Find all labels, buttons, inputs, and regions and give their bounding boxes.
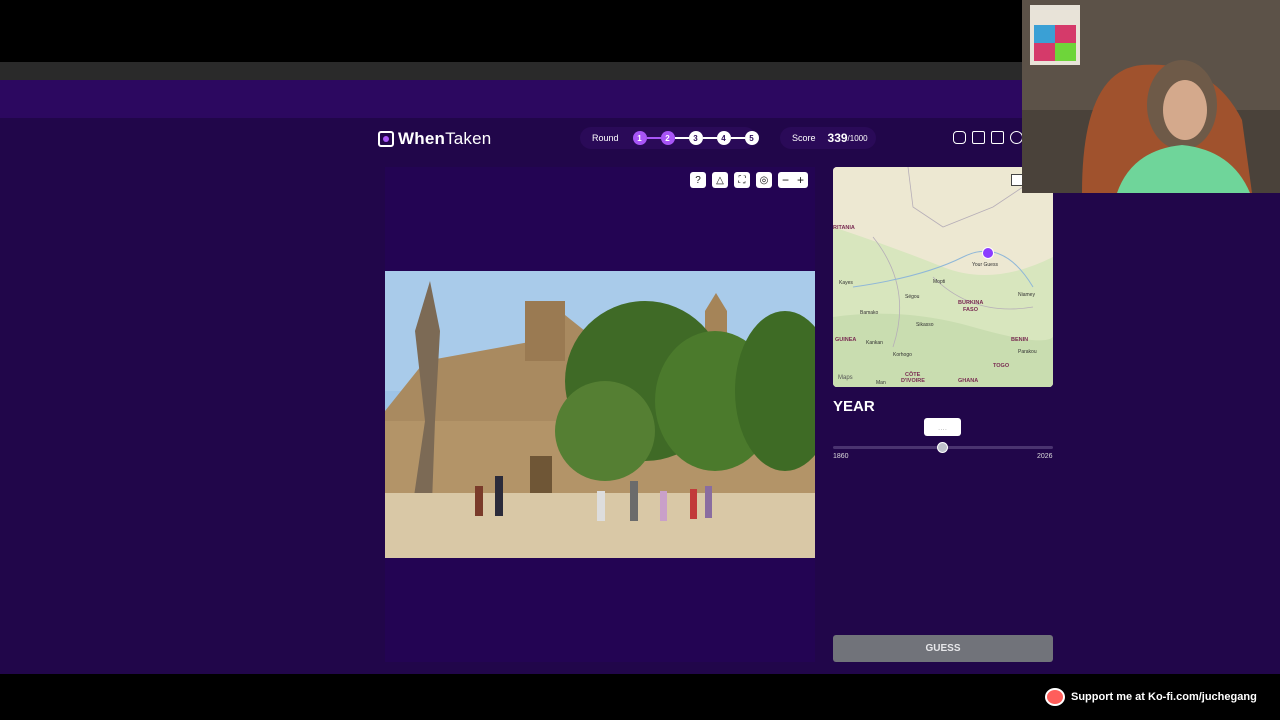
header-band — [0, 80, 1022, 118]
guess-button[interactable]: GUESS — [833, 635, 1053, 662]
focus-icon[interactable]: ◎ — [756, 172, 772, 188]
map-label: Niamey — [1018, 292, 1035, 298]
app-title: WhenTaken — [398, 129, 492, 148]
score-value: 339 — [827, 131, 848, 145]
map-label: Man — [876, 380, 886, 386]
year-value-bubble: .... — [924, 418, 961, 436]
map-label: BENIN — [1011, 337, 1029, 343]
guess-map[interactable]: RITANIA Mopti Kayes BURKINA FASO Niamey … — [833, 167, 1053, 387]
warning-icon[interactable]: △ — [712, 172, 728, 188]
fullscreen-icon[interactable]: ⛶ — [734, 172, 750, 188]
gamepad-icon[interactable] — [953, 131, 966, 144]
maps-credit: Maps — [838, 375, 853, 381]
map-label: Kayes — [839, 280, 853, 286]
round-connector — [730, 137, 745, 139]
year-slider-thumb[interactable] — [937, 442, 948, 453]
round-progress: Round 1 2 3 4 5 — [580, 127, 759, 149]
zoom-in-button[interactable]: + — [793, 172, 808, 188]
header-toolbar — [953, 131, 1023, 144]
map-pin-label: Your Guess — [972, 262, 998, 268]
map-label: Korhogo — [893, 352, 912, 358]
score-label: Score — [792, 133, 816, 143]
browser-strip — [0, 62, 1022, 81]
map-label: Bamako — [860, 310, 879, 316]
map-label: Kankan — [866, 340, 883, 346]
guess-pin-icon[interactable] — [982, 247, 994, 259]
photo-illustration — [385, 271, 815, 558]
map-label: Sikasso — [916, 322, 934, 328]
map-label: Parakou — [1018, 349, 1037, 355]
logo-icon — [378, 131, 394, 147]
round-connector — [646, 137, 661, 139]
kofi-cup-icon — [1045, 688, 1065, 706]
map-label: TOGO — [993, 363, 1010, 369]
stats-icon[interactable] — [991, 131, 1004, 144]
round-step-2: 2 — [660, 131, 675, 145]
webcam-feed — [1022, 0, 1280, 193]
score-total: /1000 — [847, 133, 868, 143]
round-label: Round — [592, 133, 619, 143]
map-label: RITANIA — [833, 225, 855, 231]
zoom-out-button[interactable]: − — [778, 172, 793, 188]
round-step-4: 4 — [716, 131, 731, 145]
app-logo[interactable]: WhenTaken — [378, 128, 491, 150]
round-step-3: 3 — [688, 131, 703, 145]
map-label: BURKINA — [958, 300, 984, 306]
map-label: FASO — [963, 307, 978, 313]
hint-icon[interactable]: ? — [690, 172, 706, 188]
kofi-banner[interactable]: Support me at Ko-fi.com/juchegang — [1045, 688, 1257, 706]
map-label: D'IVOIRE — [901, 378, 925, 384]
map-label: Ségou — [905, 294, 920, 300]
year-max-label: 2026 — [1037, 453, 1053, 460]
year-min-label: 1860 — [833, 453, 849, 460]
map-label: Mopti — [933, 279, 946, 285]
year-title: YEAR — [833, 398, 875, 415]
guess-photo[interactable] — [385, 271, 815, 558]
score-display: Score 339/1000 — [780, 127, 876, 149]
map-label: GHANA — [958, 378, 979, 384]
round-connector — [702, 137, 717, 139]
kofi-text: Support me at Ko-fi.com/juchegang — [1071, 691, 1257, 703]
zoom-control: − + — [778, 172, 808, 188]
round-connector — [674, 137, 689, 139]
share-icon[interactable] — [972, 131, 985, 144]
photo-toolbar: ? △ ⛶ ◎ − + — [690, 172, 808, 188]
webcam-overlay — [1022, 0, 1280, 193]
map-label: GUINEA — [835, 337, 857, 343]
round-step-5: 5 — [744, 131, 759, 145]
round-step-1: 1 — [632, 131, 647, 145]
